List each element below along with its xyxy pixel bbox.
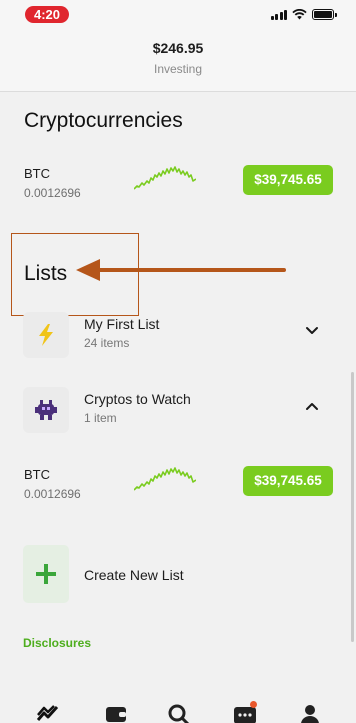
portfolio-value: $246.95	[152, 40, 204, 56]
wallet-icon	[106, 707, 126, 722]
list-count: 1 item	[84, 411, 117, 425]
chevron-down-icon[interactable]	[303, 322, 321, 340]
disclosures-link[interactable]: Disclosures	[23, 636, 91, 650]
chevron-up-icon[interactable]	[303, 397, 321, 415]
tab-wallet[interactable]	[103, 704, 129, 723]
plus-icon	[36, 564, 56, 584]
sparkline-chart	[134, 467, 196, 491]
scrollbar[interactable]	[351, 372, 354, 642]
chart-icon	[37, 705, 59, 721]
crypto-row-btc[interactable]: BTC 0.0012696 $39,745.65	[0, 161, 356, 211]
list-item-my-first-list[interactable]: My First List 24 items	[0, 312, 356, 370]
search-icon	[168, 704, 190, 723]
status-time: 4:20	[25, 6, 69, 23]
list-icon-container	[23, 312, 69, 358]
create-new-list-button[interactable]: Create New List	[0, 545, 356, 605]
price-button[interactable]: $39,745.65	[243, 466, 333, 496]
status-bar: 4:20	[0, 0, 356, 32]
tab-investing[interactable]	[35, 704, 61, 723]
list-name: My First List	[84, 316, 160, 332]
tab-messages[interactable]	[232, 701, 258, 723]
asset-symbol: BTC	[24, 166, 50, 181]
sparkline-chart	[134, 166, 196, 190]
annotation-arrow	[76, 259, 286, 281]
tab-account[interactable]	[297, 704, 323, 723]
asset-quantity: 0.0012696	[24, 487, 81, 501]
watchlist-row-btc[interactable]: BTC 0.0012696 $39,745.65	[0, 462, 356, 512]
status-icons	[270, 9, 337, 20]
list-item-cryptos-to-watch[interactable]: Cryptos to Watch 1 item	[0, 387, 356, 445]
signal-icon	[270, 9, 287, 20]
wifi-icon	[292, 9, 307, 20]
create-new-list-label: Create New List	[84, 567, 184, 583]
tab-search[interactable]	[166, 704, 192, 723]
portfolio-subtitle: Investing	[153, 62, 203, 76]
list-icon-container	[23, 387, 69, 433]
cryptocurrencies-title: Cryptocurrencies	[24, 109, 183, 132]
create-list-icon-container	[23, 545, 69, 603]
account-icon	[301, 705, 319, 723]
list-name: Cryptos to Watch	[84, 391, 191, 407]
bottom-tab-bar	[0, 700, 356, 723]
list-count: 24 items	[84, 336, 130, 350]
asset-quantity: 0.0012696	[24, 186, 81, 200]
notification-dot	[250, 701, 257, 708]
asset-symbol: BTC	[24, 467, 50, 482]
price-button[interactable]: $39,745.65	[243, 165, 333, 195]
portfolio-header: $246.95 Investing	[0, 32, 356, 92]
header-divider	[0, 91, 356, 92]
battery-icon	[312, 9, 337, 20]
lightning-icon	[39, 324, 53, 346]
alien-icon	[35, 400, 57, 420]
